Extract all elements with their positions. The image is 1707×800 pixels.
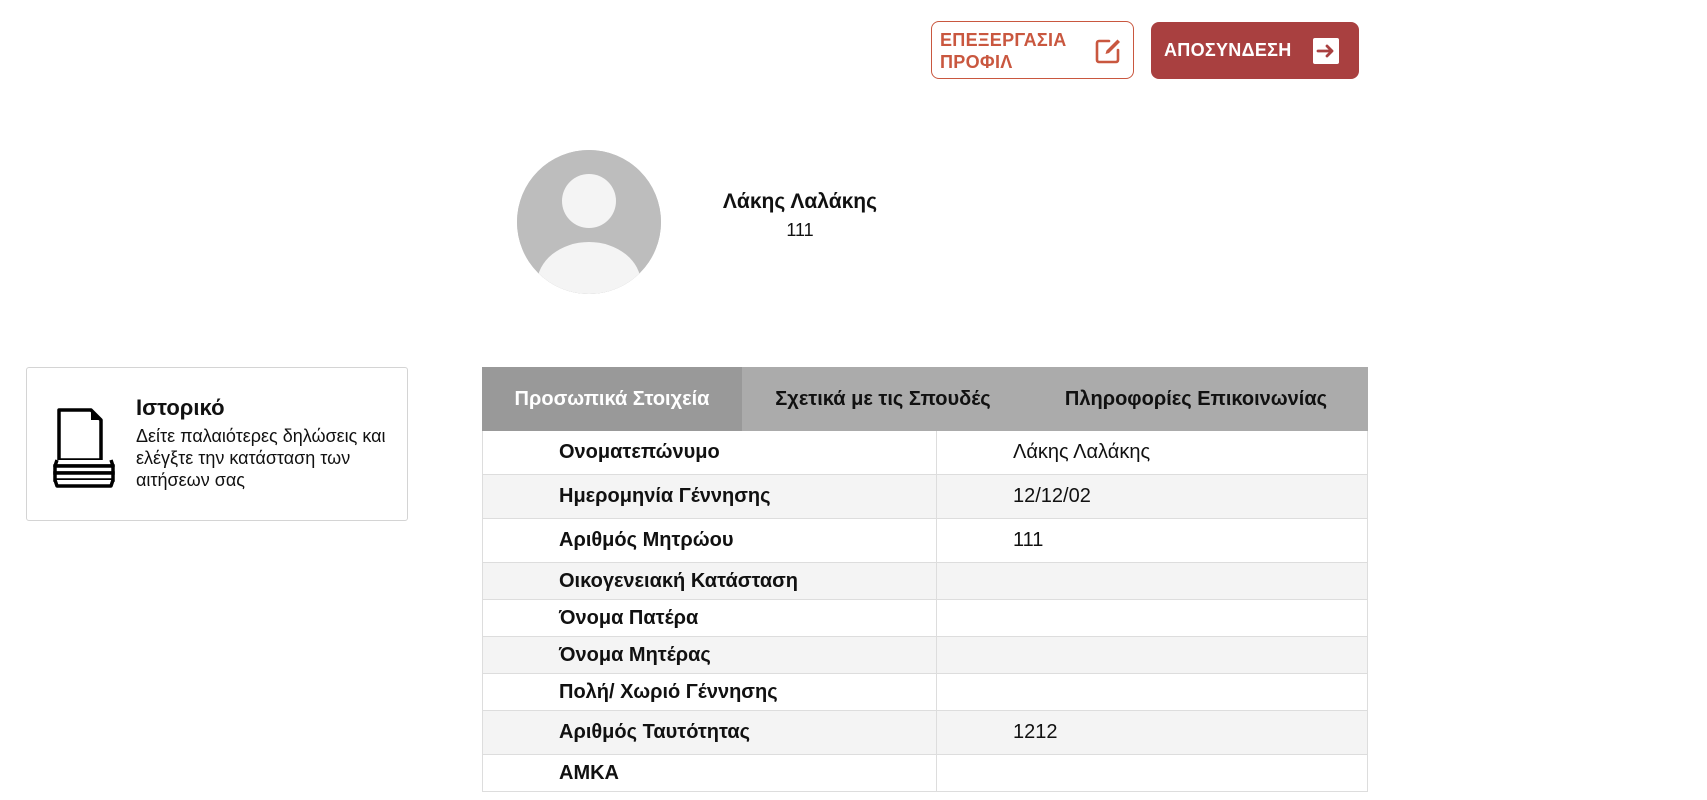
row-value: Λάκης Λαλάκης: [936, 431, 1368, 475]
table-row: Αριθμός Ταυτότητας 1212: [482, 710, 1368, 755]
table-row: Ονοματεπώνυμο Λάκης Λαλάκης: [482, 431, 1368, 475]
tab-contact-info[interactable]: Πληροφορίες Επικοινωνίας: [1024, 367, 1368, 431]
row-label: Ημερομηνία Γέννησης: [482, 474, 937, 519]
logout-button[interactable]: ΑΠΟΣΥΝΔΕΣΗ: [1151, 22, 1359, 79]
documents-stack-icon: [53, 408, 123, 488]
tab-bar: Προσωπικά Στοιχεία Σχετικά με τις Σπουδέ…: [482, 367, 1368, 431]
row-value: 12/12/02: [936, 474, 1368, 519]
history-description: Δείτε παλαιότερες δηλώσεις και ελέγξτε τ…: [136, 426, 386, 490]
row-value: [936, 636, 1368, 674]
edit-profile-button[interactable]: ΕΠΕΞΕΡΓΑΣΙΑ ΠΡΟΦΙΛ: [931, 21, 1134, 79]
table-row: Πολή/ Χωριό Γέννησης: [482, 673, 1368, 711]
user-silhouette-icon: [517, 150, 661, 294]
row-label: Αριθμός Μητρώου: [482, 518, 937, 563]
history-title: Ιστορικό: [136, 395, 225, 420]
table-row: Όνομα Πατέρα: [482, 599, 1368, 637]
tab-studies[interactable]: Σχετικά με τις Σπουδές: [742, 367, 1024, 431]
history-card[interactable]: Ιστορικό Δείτε παλαιότερες δηλώσεις και …: [26, 367, 408, 521]
logout-icon: [1313, 38, 1339, 64]
avatar: [517, 150, 661, 294]
row-value: 1212: [936, 710, 1368, 755]
row-label: Πολή/ Χωριό Γέννησης: [482, 673, 937, 711]
row-value: [936, 754, 1368, 792]
edit-profile-label: ΕΠΕΞΕΡΓΑΣΙΑ ΠΡΟΦΙΛ: [940, 30, 1067, 72]
row-label: Όνομα Πατέρα: [482, 599, 937, 637]
row-value: [936, 673, 1368, 711]
table-row: Αριθμός Μητρώου 111: [482, 518, 1368, 563]
profile-page: ΕΠΕΞΕΡΓΑΣΙΑ ΠΡΟΦΙΛ ΑΠΟΣΥΝΔΕΣΗ Λάκης Λαλά…: [0, 0, 1707, 800]
profile-info-panel: Προσωπικά Στοιχεία Σχετικά με τις Σπουδέ…: [482, 367, 1368, 792]
profile-name: Λάκης Λαλάκης: [722, 190, 878, 213]
profile-id: 111: [786, 220, 814, 240]
row-value: 111: [936, 518, 1368, 563]
table-row: Ημερομηνία Γέννησης 12/12/02: [482, 474, 1368, 519]
table-row: Οικογενειακή Κατάσταση: [482, 562, 1368, 600]
tab-personal-info[interactable]: Προσωπικά Στοιχεία: [482, 367, 742, 431]
table-row: ΑΜΚΑ: [482, 754, 1368, 792]
edit-icon: [1093, 36, 1123, 66]
row-label: Όνομα Μητέρας: [482, 636, 937, 674]
row-label: ΑΜΚΑ: [482, 754, 937, 792]
personal-info-table: Ονοματεπώνυμο Λάκης Λαλάκης Ημερομηνία Γ…: [482, 431, 1368, 792]
row-value: [936, 562, 1368, 600]
row-label: Αριθμός Ταυτότητας: [482, 710, 937, 755]
logout-label: ΑΠΟΣΥΝΔΕΣΗ: [1164, 40, 1292, 60]
table-row: Όνομα Μητέρας: [482, 636, 1368, 674]
row-label: Οικογενειακή Κατάσταση: [482, 562, 937, 600]
row-value: [936, 599, 1368, 637]
row-label: Ονοματεπώνυμο: [482, 431, 937, 475]
